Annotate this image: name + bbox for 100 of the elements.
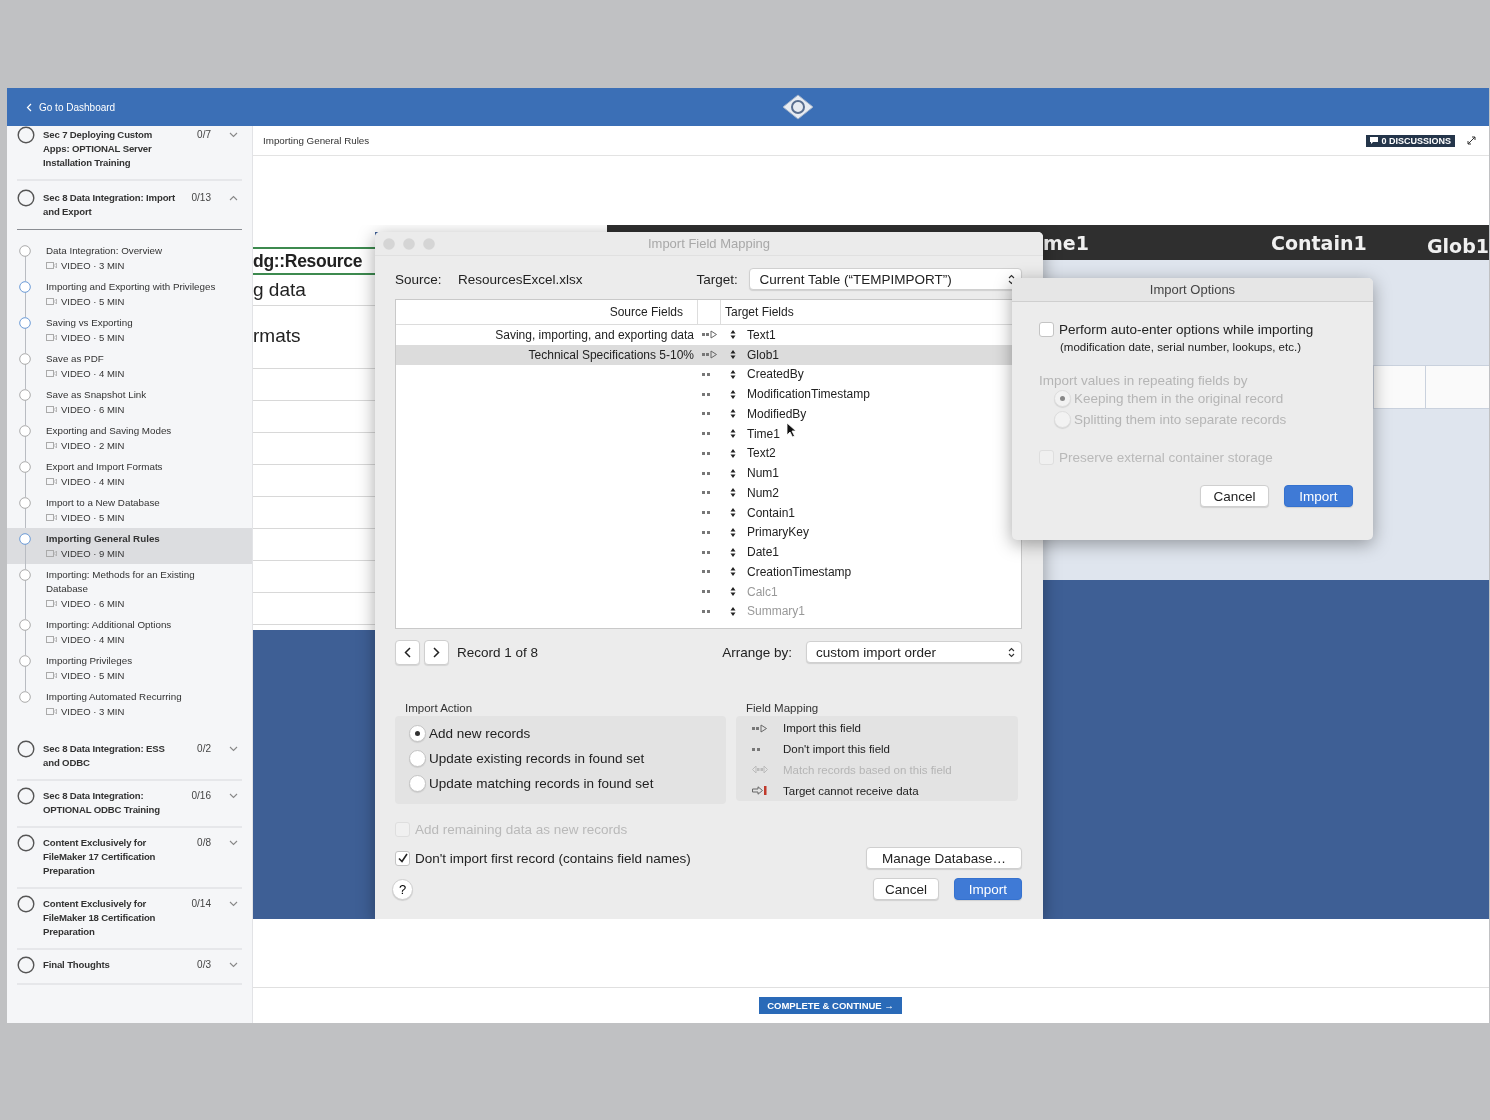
lesson-meta: VIDEO · 6 MIN [61, 597, 125, 610]
lesson-title: Save as PDF [46, 352, 105, 366]
import-arrow-icon [702, 330, 718, 340]
target-field: Contain1 [747, 505, 796, 520]
section-title: Sec 7 Deploying Custom Apps: OPTIONAL Server Installation Training [43, 128, 154, 170]
section-row[interactable]: Sec 8 Data Integration: OPTIONAL ODBC Training 0/16 [17, 787, 242, 828]
target-field: Num1 [747, 466, 779, 481]
lesson-meta: VIDEO · 9 MIN [61, 547, 125, 560]
double-square-icon [702, 609, 710, 613]
progress-circle-icon [17, 895, 35, 913]
next-button[interactable] [424, 639, 449, 665]
mapping-row[interactable]: Text2 [396, 443, 1021, 464]
lesson-title: Importing Privileges [46, 654, 133, 668]
chevron-down-icon [229, 901, 238, 907]
drag-handle-icon [730, 587, 736, 597]
cancel-button[interactable]: Cancel [872, 878, 939, 900]
drag-handle-icon [730, 429, 736, 439]
cancel-button[interactable]: Cancel [1200, 485, 1269, 507]
lesson-meta: VIDEO · 2 MIN [61, 439, 125, 452]
chevron-left-icon [26, 102, 32, 112]
lesson-meta: VIDEO · 5 MIN [61, 669, 125, 682]
mapping-row[interactable]: Num1 [396, 463, 1021, 483]
lesson-title: Import to a New Database [46, 496, 160, 510]
video-camera-icon [46, 442, 57, 449]
radio-label: Update matching records in found set [429, 776, 654, 791]
lesson-meta: VIDEO · 5 MIN [61, 511, 125, 524]
target-field: CreationTimestamp [747, 564, 852, 579]
lesson-meta: VIDEO · 3 MIN [61, 259, 125, 272]
import-button[interactable]: Import [954, 878, 1022, 900]
lesson-title: Save as Snapshot Link [46, 388, 147, 402]
source-label: Source: [395, 271, 443, 287]
target-label: Target: [696, 271, 739, 287]
import-button[interactable]: Import [1284, 485, 1353, 507]
lesson-title: Importing General Rules [263, 135, 371, 146]
video-camera-icon [46, 478, 57, 485]
checkbox[interactable] [1039, 322, 1054, 337]
target-dropdown[interactable]: Current Table (“TEMPIMPORT”) [749, 268, 1022, 290]
checkbox[interactable] [395, 850, 410, 866]
radio-button[interactable] [409, 775, 426, 792]
radio-button[interactable] [409, 750, 426, 767]
section-row[interactable]: Content Exclusively for FileMaker 18 Certification Preparation 0/14 [17, 895, 242, 950]
section-title: Sec 8 Data Integration: Import and Export [43, 191, 176, 219]
mapping-row[interactable]: ModificationTimestamp [396, 384, 1021, 404]
mapping-row[interactable]: Saving, importing, and exporting data Text1 [396, 325, 1021, 345]
progress-circle-icon [17, 126, 35, 144]
mapping-row[interactable]: Num2 [396, 483, 1021, 503]
double-square-icon [702, 590, 710, 594]
progress-count: 0/16 [190, 789, 211, 803]
back-link[interactable]: Go to Dashboard [26, 101, 116, 113]
mapping-row[interactable]: CreatedBy [396, 364, 1021, 385]
lesson-item[interactable]: Importing Automated Recurring VIDEO · 3 MIN [7, 686, 252, 722]
video-camera-icon [46, 672, 57, 679]
chevron-down-icon [229, 746, 238, 752]
mapping-row[interactable]: PrimaryKey [396, 522, 1021, 543]
mapping-row[interactable]: Contain1 [396, 502, 1021, 523]
lesson-meta: VIDEO · 5 MIN [61, 331, 125, 344]
legend-label: Import this field [783, 722, 861, 735]
double-square-icon [702, 372, 710, 376]
blocked-arrow-icon [752, 786, 768, 796]
target-field: CreatedBy [747, 367, 804, 382]
section-row[interactable]: Sec 8 Data Integration: ESS and ODBC 0/2 [17, 740, 242, 781]
progress-count: 0/14 [190, 897, 211, 911]
dialog-title: Import Options [1149, 282, 1236, 297]
discussions-button[interactable]: 0 DISCUSSIONS [1366, 134, 1455, 147]
match-arrows-icon [752, 765, 768, 775]
mapping-row[interactable]: Date1 [396, 542, 1021, 562]
drag-handle-icon [730, 369, 736, 379]
video-camera-icon [46, 406, 57, 413]
manage-database-button[interactable]: Manage Database… [866, 847, 1022, 869]
comment-icon [1370, 137, 1379, 144]
section-row[interactable]: Sec 7 Deploying Custom Apps: OPTIONAL Server Installation Training 0/7 [17, 126, 242, 181]
lesson-title: Importing Automated Recurring [46, 690, 182, 704]
expand-icon [1467, 136, 1476, 145]
drag-handle-icon [730, 567, 736, 577]
lesson-meta: VIDEO · 4 MIN [61, 633, 125, 646]
arrange-dropdown[interactable]: custom import order [806, 641, 1022, 663]
previous-button[interactable] [395, 639, 420, 665]
drag-handle-icon [730, 606, 736, 616]
double-square-icon [702, 412, 710, 416]
mapping-row[interactable]: Time1 [396, 423, 1021, 444]
section-row[interactable]: Sec 8 Data Integration: Import and Export 0/13 [17, 189, 242, 230]
lesson-title: Importing: Additional Options [46, 618, 172, 632]
cursor-icon [786, 422, 797, 438]
drag-handle-icon [730, 547, 736, 557]
section-row[interactable]: Content Exclusively for FileMaker 17 Certification Preparation 0/8 [17, 834, 242, 889]
mapping-row[interactable]: CreationTimestamp [396, 562, 1021, 582]
chevron-down-icon [229, 962, 238, 968]
help-button[interactable]: ? [392, 878, 413, 900]
section-row[interactable]: Final Thoughts 0/3 [17, 956, 242, 985]
section-title: Final Thoughts [43, 958, 111, 972]
video-camera-icon [46, 370, 57, 377]
progress-count: 0/7 [196, 128, 211, 142]
radio-button[interactable] [409, 725, 426, 742]
drag-handle-icon [730, 350, 736, 360]
section-title: Sec 8 Data Integration: OPTIONAL ODBC Training [43, 789, 161, 817]
checkbox-label: Don't import first record (contains field names) [415, 850, 691, 866]
complete-continue-button[interactable]: COMPLETE & CONTINUE → [759, 997, 902, 1014]
double-square-icon [702, 550, 710, 554]
mapping-row[interactable]: ModifiedBy [396, 404, 1021, 424]
double-square-icon [702, 392, 710, 396]
